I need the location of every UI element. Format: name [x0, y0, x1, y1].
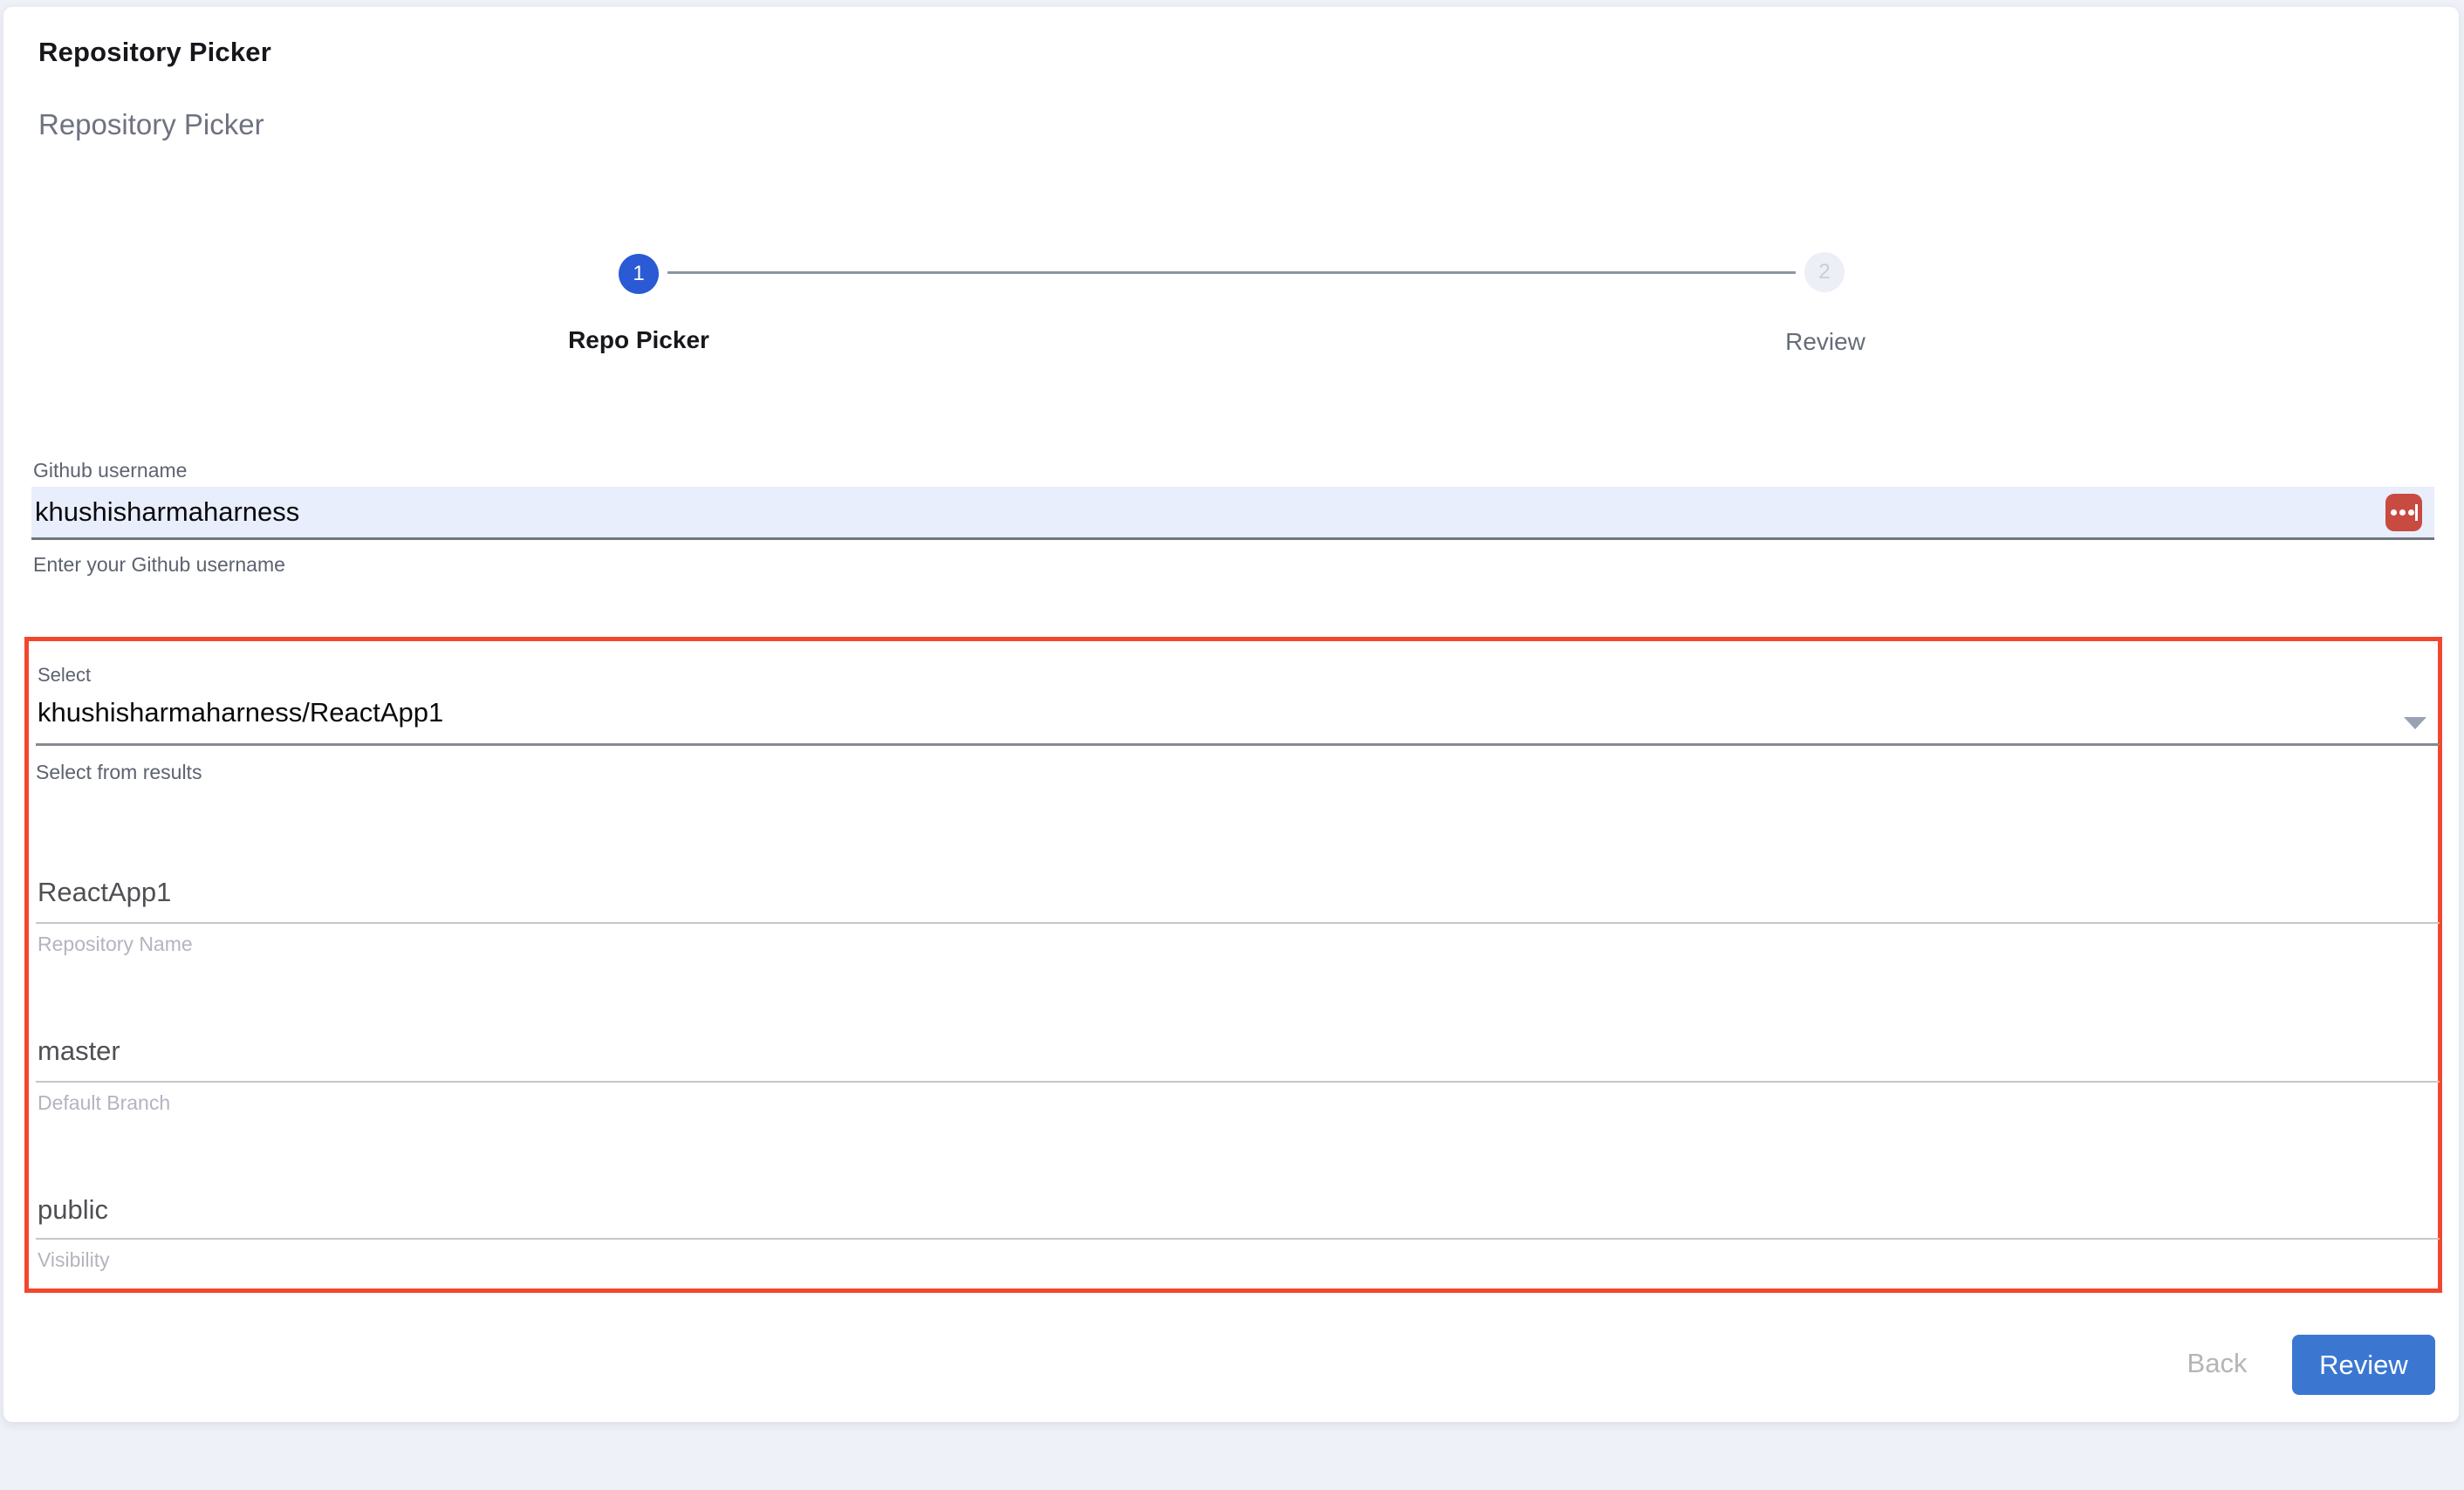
stepper-connector-line [667, 271, 1796, 274]
stepper-step-2-number: 2 [1818, 260, 1830, 284]
repository-name-underline [36, 922, 2440, 924]
stepper-step-1-label: Repo Picker [482, 326, 796, 354]
default-branch-underline [36, 1081, 2440, 1083]
lastpass-autofill-icon[interactable] [2385, 494, 2422, 531]
review-button[interactable]: Review [2292, 1335, 2435, 1395]
visibility-value: public [38, 1194, 108, 1226]
repo-select-underline [36, 743, 2440, 746]
github-username-value[interactable] [35, 487, 2303, 537]
default-branch-label: Default Branch [38, 1091, 170, 1115]
stepper-step-2-circle[interactable]: 2 [1804, 252, 1845, 292]
visibility-label: Visibility [38, 1248, 110, 1272]
repository-name-label: Repository Name [38, 933, 193, 956]
github-username-label: Github username [33, 459, 187, 482]
github-username-input[interactable] [31, 487, 2434, 540]
page-title: Repository Picker [38, 37, 271, 68]
repository-name-value: ReactApp1 [38, 877, 171, 908]
chevron-down-icon[interactable] [2404, 717, 2426, 729]
github-username-helper: Enter your Github username [33, 553, 285, 577]
stepper-step-2-label: Review [1668, 328, 1982, 356]
default-branch-value: master [38, 1035, 120, 1067]
repo-select-label: Select [38, 664, 91, 687]
annotation-highlight-box: Select khushisharmaharness/ReactApp1 Sel… [24, 637, 2442, 1293]
page-subtitle: Repository Picker [38, 108, 264, 141]
stepper-step-1-circle[interactable]: 1 [619, 254, 659, 294]
stepper-step-1-number: 1 [633, 262, 644, 286]
repo-select-dropdown[interactable]: khushisharmaharness/ReactApp1 [38, 697, 443, 728]
repository-picker-card: Repository Picker Repository Picker 1 2 … [3, 7, 2459, 1422]
back-button[interactable]: Back [2160, 1336, 2274, 1391]
repo-select-helper: Select from results [36, 761, 202, 784]
visibility-underline [36, 1238, 2440, 1240]
